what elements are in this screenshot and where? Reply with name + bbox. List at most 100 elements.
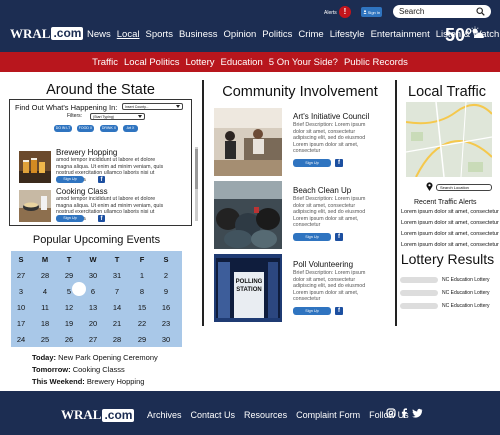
subnav-item-public-records[interactable]: Public Records (344, 57, 408, 68)
calendar-day[interactable]: 29 (62, 271, 76, 280)
traffic-alert-item[interactable]: Lorem ipsum dolor sit amet, consectetur (400, 242, 500, 248)
event-title[interactable]: Brewery Hopping (56, 148, 117, 157)
weekend-event[interactable]: This Weekend: Brewery Hopping (32, 377, 144, 386)
calendar-day[interactable]: 20 (86, 319, 100, 328)
lottery-item[interactable]: NC Education Lottery (442, 303, 490, 309)
calendar-day[interactable]: 19 (62, 319, 76, 328)
nav-item-opinion[interactable]: Opinion (224, 29, 257, 40)
event-signup-button[interactable]: Sign Up (56, 176, 84, 183)
traffic-map[interactable] (406, 102, 492, 177)
wral-logo[interactable]: WRAL .com (10, 26, 84, 41)
nav-item-entertainment[interactable]: Entertainment (371, 29, 430, 40)
calendar-day[interactable]: 10 (14, 303, 28, 312)
tomorrow-event[interactable]: Tomorrow: Cooking Classs (32, 365, 125, 374)
calendar-day[interactable]: 15 (135, 303, 149, 312)
calendar-day[interactable]: 16 (159, 303, 173, 312)
calendar-day[interactable]: 17 (14, 319, 28, 328)
filter-chip[interactable]: DO IN LT (54, 125, 72, 132)
subnav-item-education[interactable]: Education (221, 57, 263, 68)
alert-button[interactable]: ! (339, 6, 351, 18)
event-signup-button[interactable]: Sign Up (56, 215, 84, 222)
subnav-item-traffic[interactable]: Traffic (92, 57, 118, 68)
calendar-day[interactable]: 21 (110, 319, 124, 328)
calendar-day[interactable]: 27 (14, 271, 28, 280)
nav-item-lifestyle[interactable]: Lifestyle (330, 29, 365, 40)
cooking-image[interactable] (19, 190, 51, 222)
community-item-title[interactable]: Beach Clean Up (293, 186, 351, 195)
county-select[interactable]: Insert County... (122, 103, 183, 110)
facebook-icon[interactable]: f (335, 307, 343, 315)
search-input[interactable]: Search (393, 5, 491, 18)
beach-cleanup-image[interactable] (214, 181, 282, 249)
community-item-title[interactable]: Poll Volunteering (293, 260, 353, 269)
calendar-day[interactable]: 3 (14, 287, 28, 296)
nav-item-sports[interactable]: Sports (145, 29, 172, 40)
footer-link-resources[interactable]: Resources (244, 410, 287, 420)
filters-select[interactable]: (Start Typing) (90, 113, 145, 120)
community-item-title[interactable]: Art's Initiative Council (293, 112, 369, 121)
nav-item-crime[interactable]: Crime (298, 29, 323, 40)
community-signup-button[interactable]: Sign Up (293, 159, 331, 167)
calendar-day[interactable]: 18 (38, 319, 52, 328)
calendar-day[interactable]: 11 (38, 303, 52, 312)
footer-link-complaint-form[interactable]: Complaint Form (296, 410, 360, 420)
calendar-day[interactable]: 6 (86, 287, 100, 296)
calendar-day[interactable]: 1 (135, 271, 149, 280)
footer-link-archives[interactable]: Archives (147, 410, 182, 420)
event-title[interactable]: Cooking Class (56, 187, 108, 196)
poll-volunteering-image[interactable]: POLLING STATION (214, 254, 282, 322)
calendar-day[interactable]: 8 (135, 287, 149, 296)
subnav-item-lottery[interactable]: Lottery (185, 57, 214, 68)
calendar-day[interactable]: 5 (62, 287, 76, 296)
nav-item-local[interactable]: Local (117, 29, 140, 40)
brewery-image[interactable] (19, 151, 51, 183)
calendar-day[interactable]: 28 (110, 335, 124, 344)
lottery-item[interactable]: NC Education Lottery (442, 277, 490, 283)
calendar-day[interactable]: 26 (62, 335, 76, 344)
calendar-day[interactable]: 22 (135, 319, 149, 328)
facebook-icon[interactable]: f (98, 215, 105, 222)
twitter-icon[interactable] (412, 408, 423, 418)
footer-link-contact-us[interactable]: Contact Us (191, 410, 236, 420)
subnav-item-local-politics[interactable]: Local Politics (124, 57, 179, 68)
lottery-item[interactable]: NC Education Lottery (442, 290, 490, 296)
community-signup-button[interactable]: Sign Up (293, 307, 331, 315)
calendar-day[interactable]: 30 (86, 271, 100, 280)
filter-chip[interactable]: DRINK X (100, 125, 118, 132)
traffic-alert-item[interactable]: Lorem ipsum dolor sit amet, consectetur (400, 231, 500, 237)
nav-item-politics[interactable]: Politics (262, 29, 292, 40)
filter-chip[interactable]: FOOD X (77, 125, 94, 132)
calendar-day[interactable]: 27 (86, 335, 100, 344)
today-event[interactable]: Today: New Park Opening Ceremony (32, 353, 158, 362)
calendar-day[interactable]: 30 (159, 335, 173, 344)
calendar-day[interactable]: 4 (38, 287, 52, 296)
calendar-day[interactable]: 7 (110, 287, 124, 296)
calendar-day[interactable]: 24 (14, 335, 28, 344)
sign-in-button[interactable]: Sign In (361, 7, 382, 17)
calendar-day[interactable]: 13 (86, 303, 100, 312)
art-council-image[interactable] (214, 108, 282, 176)
calendar-day[interactable]: 31 (110, 271, 124, 280)
community-signup-button[interactable]: Sign Up (293, 233, 331, 241)
facebook-icon[interactable]: f (335, 233, 343, 241)
facebook-icon[interactable]: f (98, 176, 105, 183)
calendar-day[interactable]: 25 (38, 335, 52, 344)
location-search-input[interactable]: Search Location (436, 184, 492, 191)
calendar-day[interactable]: 29 (135, 335, 149, 344)
subnav-item-5-on-your-side-[interactable]: 5 On Your Side? (269, 57, 338, 68)
facebook-icon[interactable] (400, 408, 408, 418)
footer-wral-logo[interactable]: WRAL .com (61, 407, 135, 422)
nav-item-business[interactable]: Business (179, 29, 218, 40)
filter-chip[interactable]: Art X (123, 125, 138, 132)
instagram-icon[interactable] (386, 408, 396, 418)
calendar-day[interactable]: 23 (159, 319, 173, 328)
traffic-alert-item[interactable]: Lorem ipsum dolor sit amet, consectetur (400, 209, 500, 215)
calendar-day[interactable]: 2 (159, 271, 173, 280)
calendar-day[interactable]: 14 (110, 303, 124, 312)
calendar-day[interactable]: 28 (38, 271, 52, 280)
calendar-day[interactable]: 9 (159, 287, 173, 296)
facebook-icon[interactable]: f (335, 159, 343, 167)
events-scrollbar[interactable] (195, 147, 198, 221)
nav-item-news[interactable]: News (87, 29, 111, 40)
traffic-alert-item[interactable]: Lorem ipsum dolor sit amet, consectetur (400, 220, 500, 226)
